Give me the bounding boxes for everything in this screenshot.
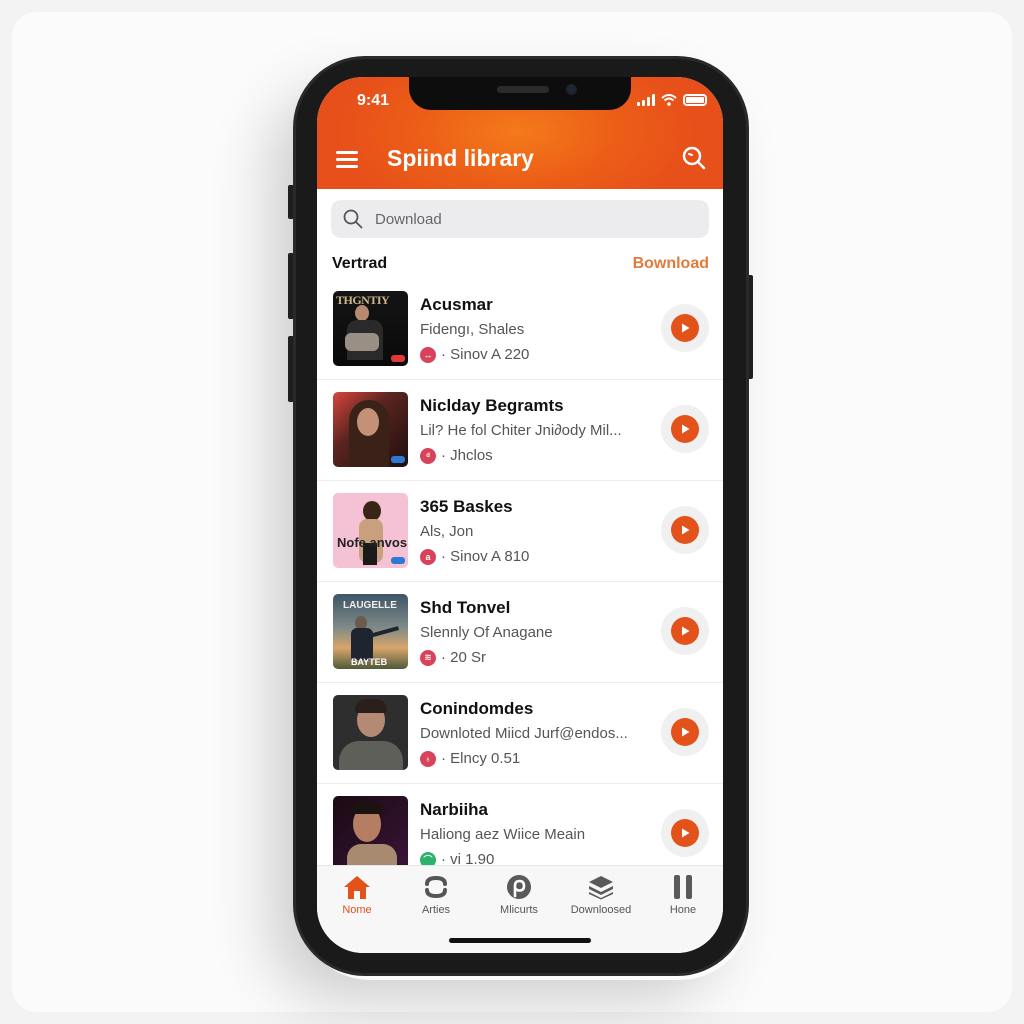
album-art: THGNTIY — [333, 291, 408, 366]
track-list: THGNTIY Acusmar Fidengı, Shales ↔ · Sino… — [317, 279, 723, 885]
album-art: LAUGELLE BAYTEB — [333, 594, 408, 669]
source-badge-icon: ↔ — [420, 346, 436, 363]
sync-icon — [425, 875, 447, 899]
tab-label: Mlicurts — [500, 904, 538, 916]
status-icons — [637, 94, 707, 106]
track-meta-text: · 20 Sr — [441, 649, 487, 666]
track-row[interactable]: Nofe anvos 365 Baskes Als, Jon a · Sinov… — [317, 481, 723, 582]
tab-artists[interactable]: Arties — [396, 872, 476, 916]
phone-screen: 9:41 Spiind library Download Vertrad Bow… — [317, 77, 723, 953]
play-button[interactable] — [661, 304, 709, 352]
play-button[interactable] — [661, 809, 709, 857]
play-icon — [682, 626, 690, 636]
track-meta: ↔ · Sinov A 220 — [420, 346, 529, 363]
front-camera — [566, 84, 577, 95]
source-badge-icon: ♁ — [420, 750, 436, 767]
home-icon — [344, 876, 370, 899]
track-row[interactable]: THGNTIY Acusmar Fidengı, Shales ↔ · Sino… — [317, 279, 723, 380]
track-subtitle: Downloted Miicd Jurf@endos... — [420, 725, 628, 742]
speaker — [497, 86, 549, 93]
track-meta: ♁ · Elncy 0.51 — [420, 750, 520, 767]
play-icon — [682, 424, 690, 434]
play-button[interactable] — [661, 506, 709, 554]
source-badge-icon: ≋ — [420, 649, 436, 666]
search-icon[interactable] — [681, 145, 707, 171]
album-art: Nofe anvos — [333, 493, 408, 568]
track-meta-text: · Sinov A 220 — [441, 346, 530, 363]
album-art — [333, 392, 408, 467]
play-icon — [682, 323, 690, 333]
search-bar[interactable] — [331, 200, 709, 238]
section-link[interactable]: Bownload — [633, 255, 709, 273]
track-meta-text: · Elncy 0.51 — [441, 750, 521, 767]
track-meta: ≋ · 20 Sr — [420, 649, 486, 666]
album-art — [333, 796, 408, 871]
tab-downloaded[interactable]: Downloosed — [561, 872, 641, 916]
search-field-icon — [343, 209, 363, 229]
track-meta-text: · Sinov A 810 — [441, 548, 530, 565]
tab-label: Hone — [669, 904, 697, 916]
tab-hone[interactable]: Hone — [643, 872, 723, 916]
track-subtitle: Als, Jon — [420, 523, 474, 540]
track-row[interactable]: Conindomdes Downloted Miicd Jurf@endos..… — [317, 683, 723, 784]
source-badge-icon: ᵈ — [420, 447, 436, 464]
track-row[interactable]: LAUGELLE BAYTEB Shd Tonvel Slennly Of An… — [317, 582, 723, 683]
track-subtitle: Slennly Of Anagane — [420, 624, 553, 641]
track-title: Shd Tonvel — [420, 598, 511, 617]
track-title: Nicldaу Begramts — [420, 396, 564, 415]
podcast-icon — [507, 875, 531, 899]
battery-icon — [683, 94, 707, 106]
album-art-text: Nofe anvos — [337, 535, 408, 550]
play-button[interactable] — [661, 607, 709, 655]
play-icon — [682, 727, 690, 737]
search-input[interactable] — [375, 210, 675, 228]
track-subtitle: Haliong aez Wiice Meain — [420, 826, 586, 843]
track-row[interactable]: Nicldaу Begramts Lil? He fol Chiter Jni∂… — [317, 380, 723, 481]
hamburger-menu-icon[interactable] — [336, 151, 358, 168]
home-indicator[interactable] — [449, 938, 591, 943]
track-subtitle: Lil? He fol Chiter Jni∂ody Mil... — [420, 422, 622, 439]
album-art-text: LAUGELLE — [343, 600, 397, 611]
play-button[interactable] — [661, 708, 709, 756]
section-title: Vertrad — [332, 255, 388, 272]
tab-label: Arties — [421, 904, 451, 916]
tab-home[interactable]: Nome — [317, 872, 397, 916]
app-title: Spiind library — [387, 145, 534, 171]
track-title: Acusmar — [420, 295, 493, 314]
tab-label: Downloosed — [570, 904, 632, 916]
tab-label: Nome — [342, 904, 372, 916]
wifi-icon — [661, 94, 677, 106]
track-title: Narbiiha — [420, 800, 489, 819]
tab-podcasts[interactable]: Mlicurts — [479, 872, 559, 916]
track-meta: a · Sinov A 810 — [420, 548, 529, 565]
play-icon — [682, 828, 690, 838]
track-subtitle: Fidengı, Shales — [420, 321, 525, 338]
play-button[interactable] — [661, 405, 709, 453]
track-title: Conindomdes — [420, 699, 534, 718]
source-badge-icon: a — [420, 548, 436, 565]
track-meta: ᵈ · Jhclos — [420, 447, 493, 464]
notch — [409, 77, 631, 110]
track-meta-text: · Jhclos — [441, 447, 493, 464]
album-art — [333, 695, 408, 770]
track-title: 365 Baskes — [420, 497, 513, 516]
layers-icon — [589, 876, 613, 900]
pause-icon — [674, 875, 692, 899]
app-header: 9:41 Spiind library — [317, 77, 723, 189]
status-time: 9:41 — [357, 92, 390, 109]
signal-icon — [637, 94, 655, 106]
play-icon — [682, 525, 690, 535]
